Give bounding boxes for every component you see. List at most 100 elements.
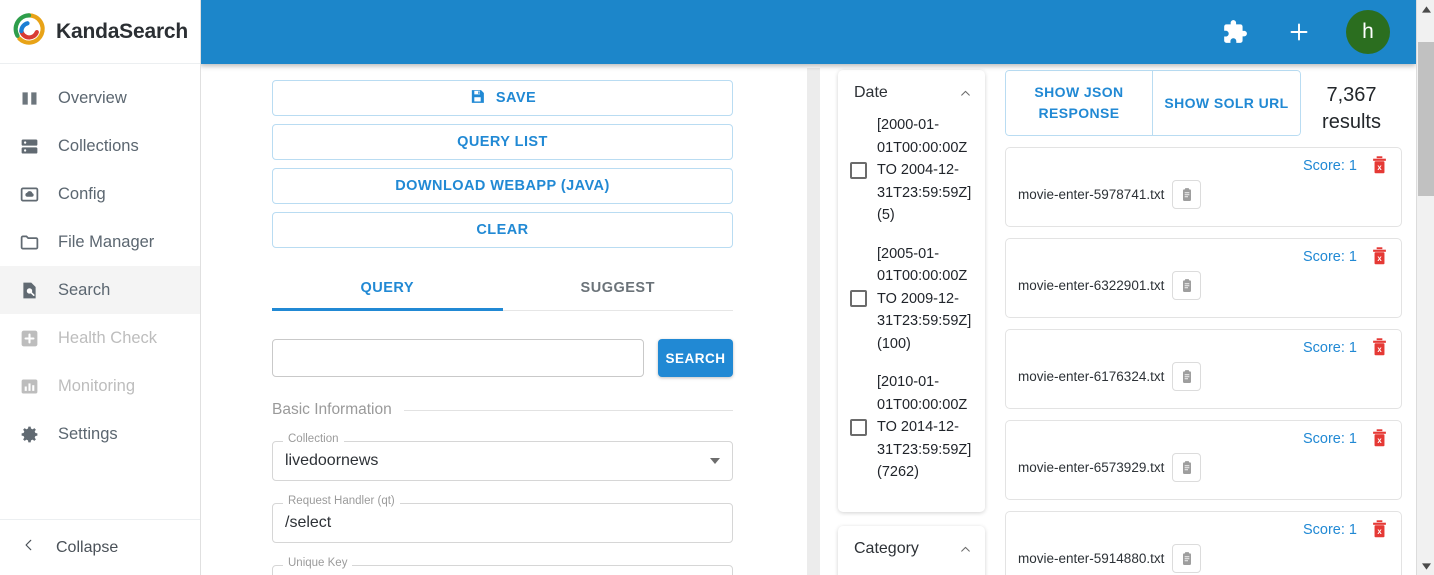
trash-icon[interactable]: x: [1371, 156, 1389, 176]
result-card-header: Score: 1 x: [1018, 156, 1389, 176]
sidebar-item-health-check[interactable]: Health Check: [0, 314, 200, 362]
result-score: Score: 1: [1303, 249, 1357, 265]
search-input[interactable]: [272, 339, 644, 377]
sidebar-item-settings[interactable]: Settings: [0, 410, 200, 458]
clipboard-icon[interactable]: [1172, 362, 1202, 391]
clear-button[interactable]: CLEAR: [272, 212, 733, 248]
result-card-header: Score: 1 x: [1018, 429, 1389, 449]
results-count: 7,367 results: [1301, 70, 1402, 136]
show-json-response-button[interactable]: SHOW JSON RESPONSE: [1005, 70, 1153, 136]
svg-text:x: x: [1377, 254, 1382, 263]
query-panel-scrollbar[interactable]: [805, 64, 822, 575]
plus-glyph: [1290, 23, 1308, 41]
score-label: Score:: [1302, 522, 1345, 538]
result-card[interactable]: Score: 1 x movie-enter-6176324.txt: [1005, 329, 1402, 409]
sidebar-item-label: Config: [58, 184, 106, 203]
download-webapp-button-label: DOWNLOAD WEBAPP (JAVA): [395, 178, 610, 194]
response-toggle-group: SHOW JSON RESPONSE SHOW SOLR URL: [1005, 70, 1301, 136]
request-handler-field[interactable]: Request Handler (qt) /select: [272, 495, 733, 543]
result-card-body: movie-enter-5914880.txt: [1018, 544, 1389, 573]
svg-text:x: x: [1377, 436, 1382, 445]
floppy-save-icon: [469, 88, 486, 109]
results-count-label: results: [1322, 111, 1381, 133]
clipboard-icon[interactable]: [1172, 271, 1202, 300]
collection-field[interactable]: Collection livedoornews: [272, 433, 733, 481]
facet-option-row[interactable]: [2000-01-01T00:00:00Z TO 2004-12-31T23:5…: [850, 114, 973, 227]
show-solr-url-button[interactable]: SHOW SOLR URL: [1153, 70, 1301, 136]
sidebar-item-search[interactable]: Search: [0, 266, 200, 314]
save-button[interactable]: SAVE: [272, 80, 733, 116]
request-handler-input[interactable]: /select: [272, 503, 733, 543]
sidebar-item-overview[interactable]: Overview: [0, 74, 200, 122]
page-scrollbar-thumb[interactable]: [1418, 42, 1434, 196]
score-value: 1: [1348, 158, 1357, 174]
facet-date-title: Date: [854, 84, 888, 101]
clipboard-icon[interactable]: [1172, 453, 1202, 482]
result-card-body: movie-enter-6322901.txt: [1018, 271, 1389, 300]
result-card[interactable]: Score: 1 x movie-enter-6322901.txt: [1005, 238, 1402, 318]
trash-icon[interactable]: x: [1371, 520, 1389, 540]
trash-icon[interactable]: x: [1371, 247, 1389, 267]
sidebar-item-collections[interactable]: Collections: [0, 122, 200, 170]
result-card-body: movie-enter-5978741.txt: [1018, 180, 1389, 209]
chevron-up-icon[interactable]: [959, 87, 971, 99]
query-list-button[interactable]: QUERY LIST: [272, 124, 733, 160]
download-webapp-button[interactable]: DOWNLOAD WEBAPP (JAVA): [272, 168, 733, 204]
sidebar-item-file-manager[interactable]: File Manager: [0, 218, 200, 266]
unique-key-field[interactable]: Unique Key: [272, 557, 733, 575]
brand-logo-area[interactable]: KandaSearch: [0, 0, 200, 64]
brand-name: KandaSearch: [56, 19, 189, 43]
search-submit-button[interactable]: SEARCH: [658, 339, 733, 377]
collection-select[interactable]: livedoornews: [272, 441, 733, 481]
document-search-icon: [18, 279, 40, 301]
facet-option-row[interactable]: [2010-01-01T00:00:00Z TO 2014-12-31T23:5…: [850, 371, 973, 484]
sidebar-item-label: Health Check: [58, 328, 158, 347]
trash-icon[interactable]: x: [1371, 429, 1389, 449]
result-document-name: movie-enter-6176324.txt: [1018, 369, 1165, 384]
request-handler-value: /select: [285, 514, 332, 531]
chevron-up-icon[interactable]: [959, 543, 971, 555]
tab-suggest[interactable]: SUGGEST: [503, 266, 734, 310]
main-content: SAVE QUERY LIST DOWNLOAD WEBAPP (JAVA) C…: [201, 64, 1416, 575]
facet-checkbox[interactable]: [850, 290, 867, 308]
result-score: Score: 1: [1303, 158, 1357, 174]
clipboard-icon[interactable]: [1172, 180, 1202, 209]
top-header-bar: h: [200, 0, 1416, 64]
score-label: Score:: [1302, 340, 1345, 356]
tab-query-label: QUERY: [360, 280, 415, 296]
results-header: SHOW JSON RESPONSE SHOW SOLR URL 7,367 r…: [1005, 70, 1402, 136]
trash-icon[interactable]: x: [1371, 338, 1389, 358]
query-panel-scrollbar-thumb[interactable]: [807, 68, 820, 575]
sidebar-collapse-button[interactable]: Collapse: [0, 519, 200, 575]
chevron-down-icon[interactable]: [710, 458, 720, 464]
result-card[interactable]: Score: 1 x movie-enter-6573929.txt: [1005, 420, 1402, 500]
puzzle-piece-icon[interactable]: [1218, 15, 1252, 49]
clipboard-icon[interactable]: [1172, 544, 1202, 573]
facet-checkbox[interactable]: [850, 418, 867, 436]
result-card[interactable]: Score: 1 x movie-enter-5978741.txt: [1005, 147, 1402, 227]
avatar-initial: h: [1362, 20, 1374, 43]
tab-query[interactable]: QUERY: [272, 266, 503, 311]
plus-icon[interactable]: [1282, 15, 1316, 49]
scroll-down-arrow-icon[interactable]: [1417, 557, 1434, 575]
sidebar-item-config[interactable]: Config: [0, 170, 200, 218]
sidebar-collapse-label: Collapse: [56, 538, 119, 556]
sidebar-item-monitoring[interactable]: Monitoring: [0, 362, 200, 410]
facet-category-header[interactable]: Category: [850, 536, 973, 570]
facet-date-header[interactable]: Date: [850, 80, 973, 114]
unique-key-field-label: Unique Key: [283, 557, 353, 569]
page-scrollbar[interactable]: [1416, 0, 1434, 575]
facet-checkbox[interactable]: [850, 161, 867, 179]
sidebar: KandaSearch Overview Collections Config: [0, 0, 201, 575]
svg-text:x: x: [1377, 345, 1382, 354]
scroll-up-arrow-icon[interactable]: [1417, 0, 1434, 18]
avatar[interactable]: h: [1346, 10, 1390, 54]
bar-chart-icon: [18, 375, 40, 397]
facet-option-label: [2010-01-01T00:00:00Z TO 2014-12-31T23:5…: [877, 374, 972, 480]
gear-icon: [18, 423, 40, 445]
facet-option-row[interactable]: [2005-01-01T00:00:00Z TO 2009-12-31T23:5…: [850, 243, 973, 356]
basic-information-section-header: Basic Information: [272, 401, 733, 419]
result-document-name: movie-enter-5978741.txt: [1018, 187, 1165, 202]
result-card[interactable]: Score: 1 x movie-enter-5914880.txt: [1005, 511, 1402, 575]
result-document-name: movie-enter-5914880.txt: [1018, 551, 1165, 566]
